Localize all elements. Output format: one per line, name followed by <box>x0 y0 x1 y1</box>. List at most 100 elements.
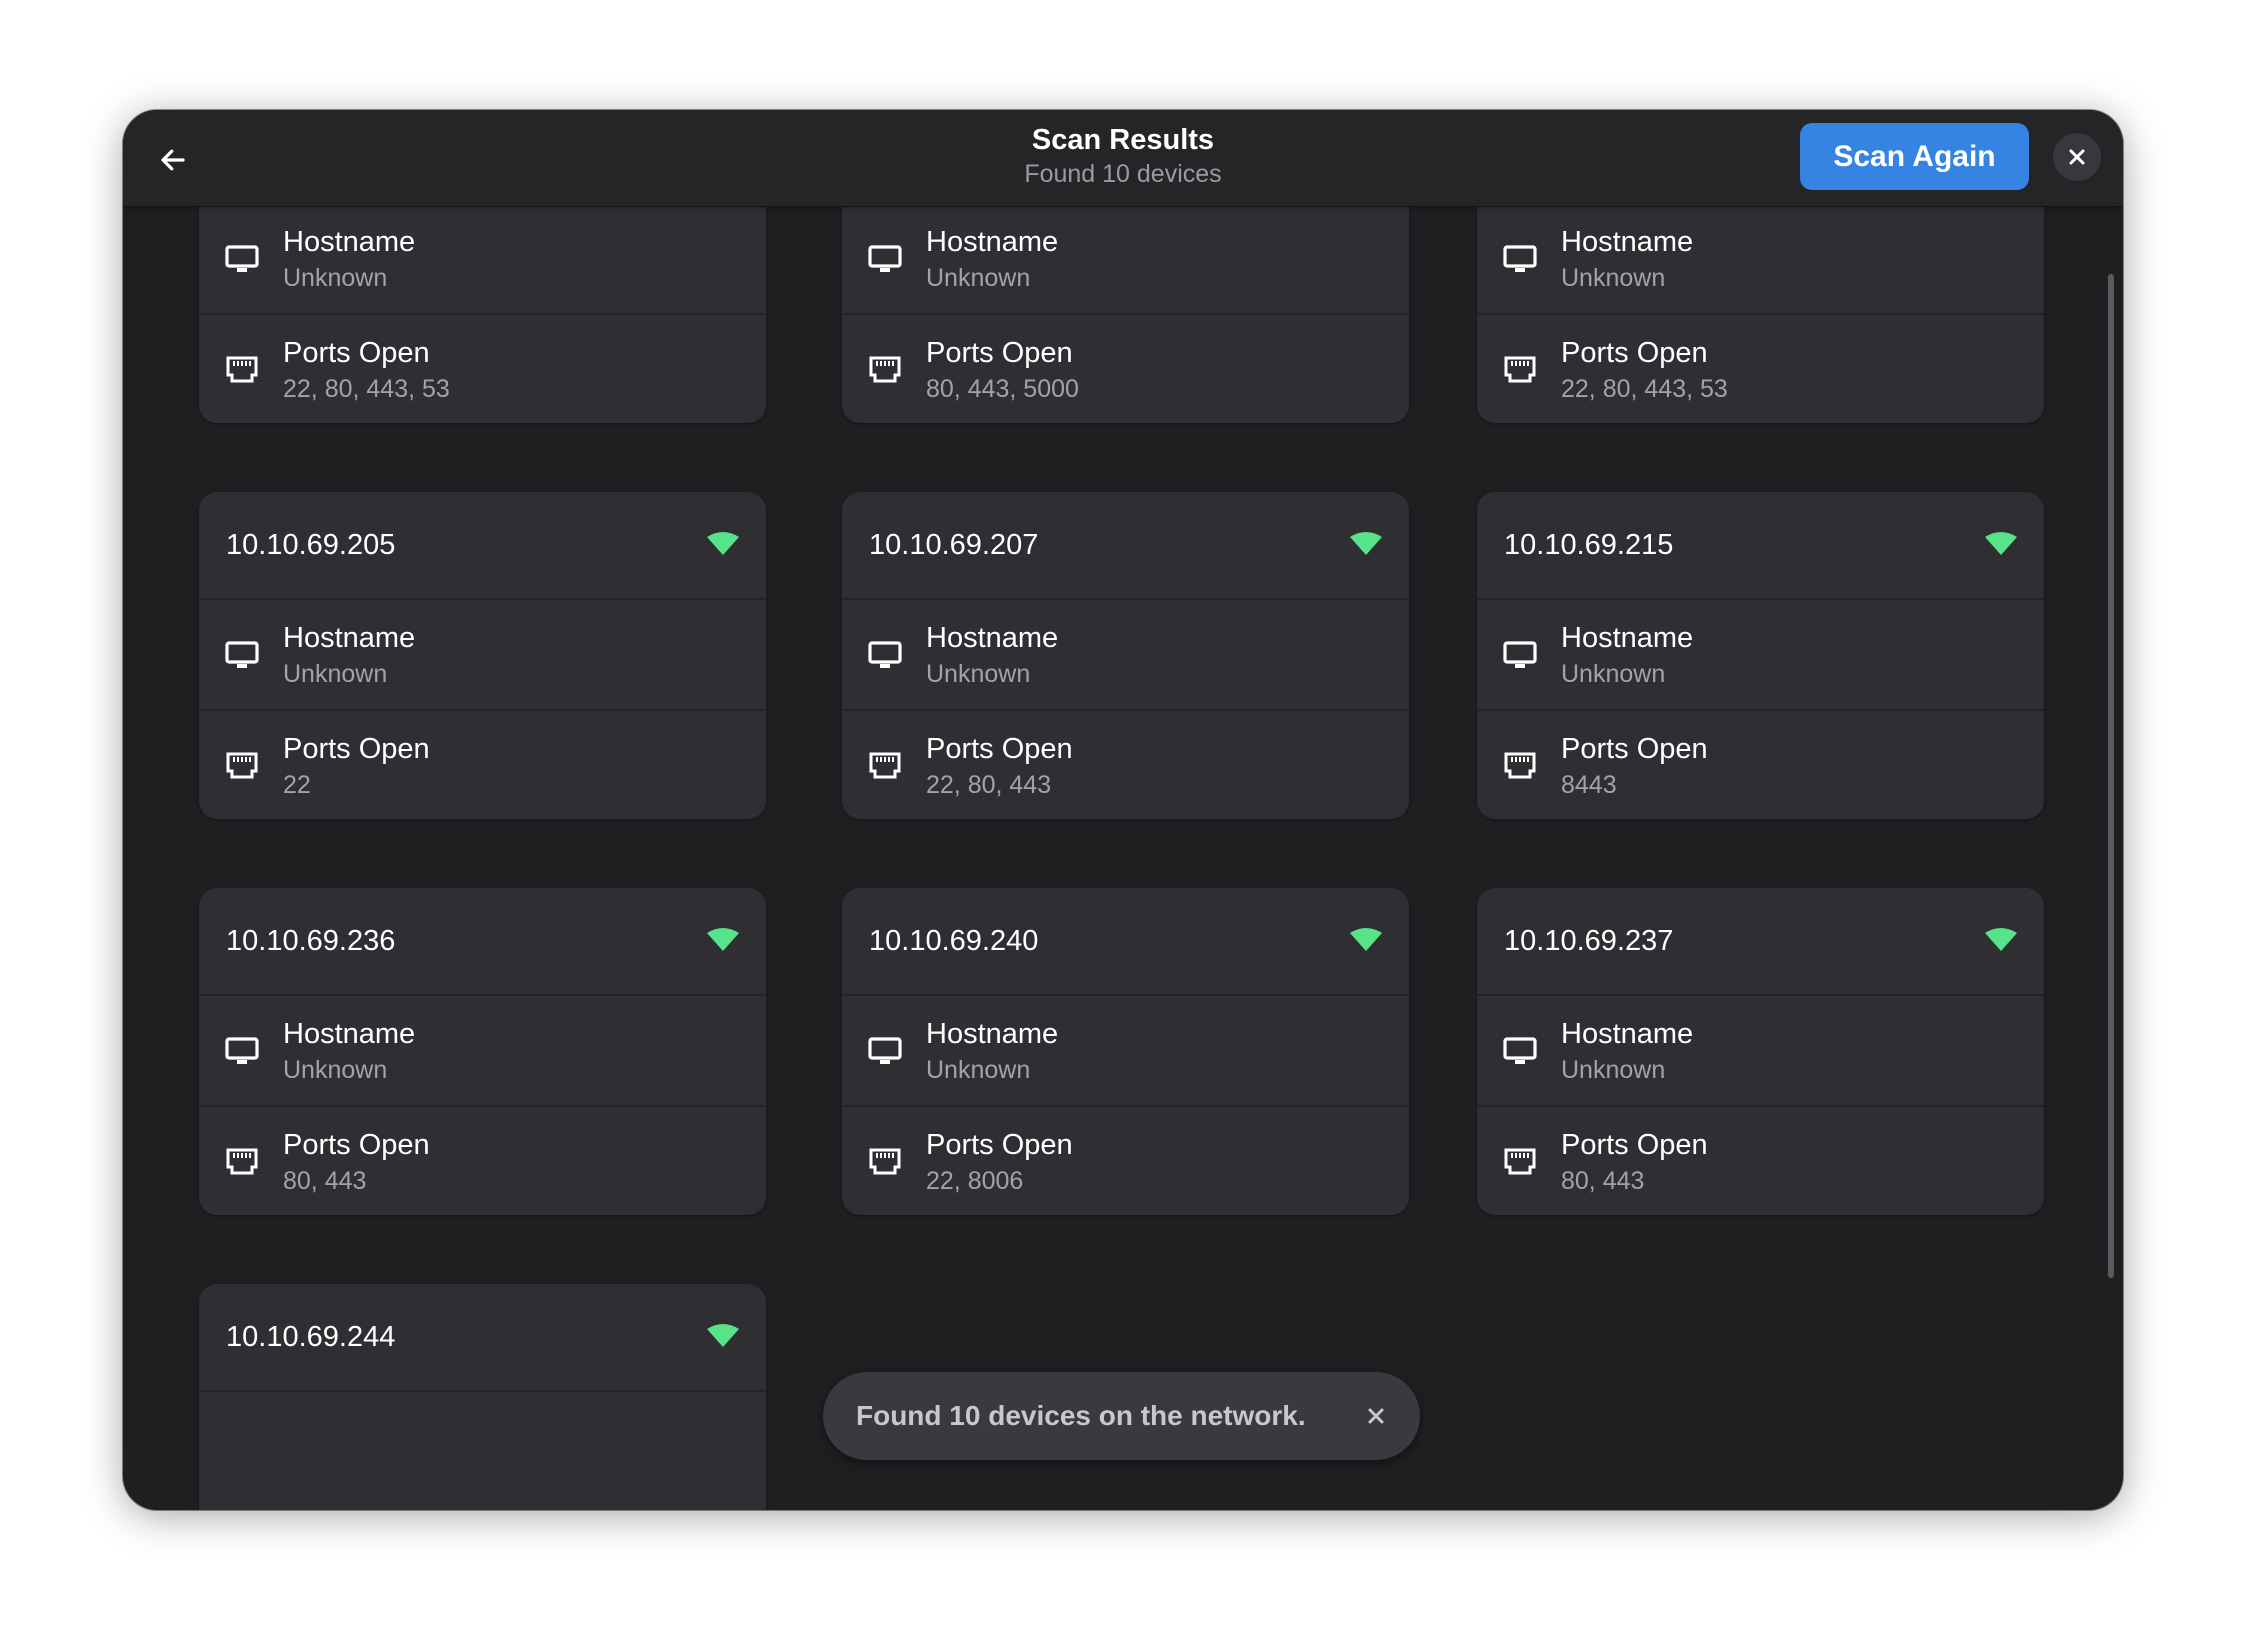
hostname-row: Hostname Unknown <box>199 206 766 313</box>
device-card-header: 10.10.69.244 <box>199 1284 766 1392</box>
ports-value: 22, 80, 443, 53 <box>1561 375 1728 403</box>
hostname-value: Unknown <box>283 660 388 688</box>
ethernet-port-icon <box>225 1145 259 1179</box>
ports-value: 22 <box>283 771 311 799</box>
hostname-value: Unknown <box>926 1056 1031 1084</box>
hostname-value: Unknown <box>283 1056 388 1084</box>
ethernet-port-icon <box>868 353 902 387</box>
ports-row: Ports Open 22, 8006 <box>842 1105 1409 1214</box>
ports-value: 80, 443, 5000 <box>926 375 1079 403</box>
ports-label: Ports Open <box>1561 337 1708 369</box>
hostname-value: Unknown <box>926 660 1031 688</box>
monitor-icon <box>868 1034 902 1068</box>
hostname-label: Hostname <box>926 1018 1059 1050</box>
ethernet-port-icon <box>868 1145 902 1179</box>
hostname-row: Hostname Unknown <box>199 600 766 709</box>
ports-row: Ports Open 22, 80, 443, 53 <box>199 313 766 422</box>
device-card-header: 10.10.69.207 <box>842 492 1409 600</box>
wifi-signal-icon <box>706 926 740 952</box>
hostname-label: Hostname <box>1561 622 1694 654</box>
wifi-signal-icon <box>1349 926 1383 952</box>
hostname-label: Hostname <box>926 226 1059 258</box>
close-icon <box>2069 149 2085 165</box>
device-list-scroll-area[interactable]: 10.10.69.1HostnameUnknownPorts Open22, 8… <box>123 206 2123 1510</box>
close-window-button[interactable] <box>2053 133 2101 181</box>
monitor-icon <box>1503 1034 1537 1068</box>
device-ip: 10.10.69.207 <box>869 528 1039 561</box>
device-card[interactable]: 10.10.69.1HostnameUnknownPorts Open22, 8… <box>199 206 766 423</box>
hostname-row: Hostname Unknown <box>1477 600 2044 709</box>
monitor-icon <box>225 242 259 276</box>
hostname-value: Unknown <box>1561 660 1666 688</box>
device-card[interactable]: 10.10.69.240 Hostname Unknown Ports Open 22,… <box>842 888 1409 1215</box>
monitor-icon <box>868 638 902 672</box>
monitor-icon <box>225 638 259 672</box>
ports-value: 22, 8006 <box>926 1167 1024 1195</box>
ethernet-port-icon <box>1503 353 1537 387</box>
ethernet-port-icon <box>225 353 259 387</box>
ports-row: Ports Open 80, 443 <box>199 1105 766 1214</box>
ports-value: 8443 <box>1561 771 1617 799</box>
hostname-value: Unknown <box>926 264 1031 292</box>
hostname-row: Hostname Unknown <box>842 206 1409 313</box>
ports-row: Ports Open 22, 80, 443 <box>842 709 1409 818</box>
ports-label: Ports Open <box>283 1129 430 1161</box>
device-card[interactable]: 10.10.69.236 Hostname Unknown Ports Open 80,… <box>199 888 766 1215</box>
hostname-label: Hostname <box>283 622 416 654</box>
wifi-signal-icon <box>706 530 740 556</box>
monitor-icon <box>1503 242 1537 276</box>
device-ip: 10.10.69.205 <box>226 528 396 561</box>
scrollbar[interactable] <box>2108 274 2114 1278</box>
hostname-label: Hostname <box>1561 226 1694 258</box>
device-ip: 10.10.69.215 <box>1504 528 1674 561</box>
hostname-label: Hostname <box>1561 1018 1694 1050</box>
ports-label: Ports Open <box>1561 1129 1708 1161</box>
scan-again-button[interactable]: Scan Again <box>1800 123 2029 190</box>
hostname-row: Hostname Unknown <box>842 600 1409 709</box>
device-card-header: 10.10.69.237 <box>1477 888 2044 996</box>
ports-row: Ports Open 22, 80, 443, 53 <box>1477 313 2044 422</box>
toast-message: Found 10 devices on the network. <box>856 1400 1306 1431</box>
monitor-icon <box>225 1034 259 1068</box>
ports-label: Ports Open <box>283 337 430 369</box>
hostname-value: Unknown <box>1561 264 1666 292</box>
wifi-signal-icon <box>1984 530 2018 556</box>
device-card-header: 10.10.69.236 <box>199 888 766 996</box>
ports-label: Ports Open <box>283 733 430 765</box>
ports-value: 80, 443 <box>1561 1167 1645 1195</box>
ports-row: Ports Open 80, 443, 5000 <box>842 313 1409 422</box>
device-card[interactable]: 10.10.69.207 Hostname Unknown Ports Open 22,… <box>842 492 1409 819</box>
device-card[interactable]: 10.10.69.237 Hostname Unknown Ports Open 80,… <box>1477 888 2044 1215</box>
hostname-value: Unknown <box>283 264 388 292</box>
close-icon <box>1368 1408 1384 1424</box>
hostname-row: Hostname Unknown <box>1477 996 2044 1105</box>
ports-row: Ports Open 8443 <box>1477 709 2044 818</box>
ports-value: 22, 80, 443 <box>926 771 1052 799</box>
device-ip: 10.10.69.236 <box>226 924 396 957</box>
hostname-value: Unknown <box>1561 1056 1666 1084</box>
device-card-header: 10.10.69.215 <box>1477 492 2044 600</box>
ports-value: 80, 443 <box>283 1167 367 1195</box>
hostname-row: Hostname Unknown <box>199 996 766 1105</box>
hostname-label: Hostname <box>926 622 1059 654</box>
ports-label: Ports Open <box>926 1129 1073 1161</box>
device-ip: 10.10.69.244 <box>226 1320 396 1353</box>
hostname-row: Hostname Unknown <box>842 996 1409 1105</box>
scan-results-window: Scan Results Found 10 devices Scan Again… <box>123 110 2123 1510</box>
ports-label: Ports Open <box>1561 733 1708 765</box>
device-card[interactable]: 10.10.69.202HostnameUnknownPorts Open22,… <box>1477 206 2044 423</box>
device-card[interactable]: 10.10.69.117HostnameUnknownPorts Open80,… <box>842 206 1409 423</box>
ports-row: Ports Open 22 <box>199 709 766 818</box>
header-bar: Scan Results Found 10 devices Scan Again <box>123 110 2123 207</box>
wifi-signal-icon <box>1349 530 1383 556</box>
monitor-icon <box>868 242 902 276</box>
hostname-label: Hostname <box>283 1018 416 1050</box>
ports-label: Ports Open <box>926 733 1073 765</box>
ethernet-port-icon <box>225 749 259 783</box>
toast-close-button[interactable] <box>1360 1400 1392 1432</box>
device-card[interactable]: 10.10.69.215 Hostname Unknown Ports Open 844… <box>1477 492 2044 819</box>
ethernet-port-icon <box>868 749 902 783</box>
device-card[interactable]: 10.10.69.244 <box>199 1284 766 1510</box>
device-card[interactable]: 10.10.69.205 Hostname Unknown Ports Open 22 <box>199 492 766 819</box>
hostname-label: Hostname <box>283 226 416 258</box>
